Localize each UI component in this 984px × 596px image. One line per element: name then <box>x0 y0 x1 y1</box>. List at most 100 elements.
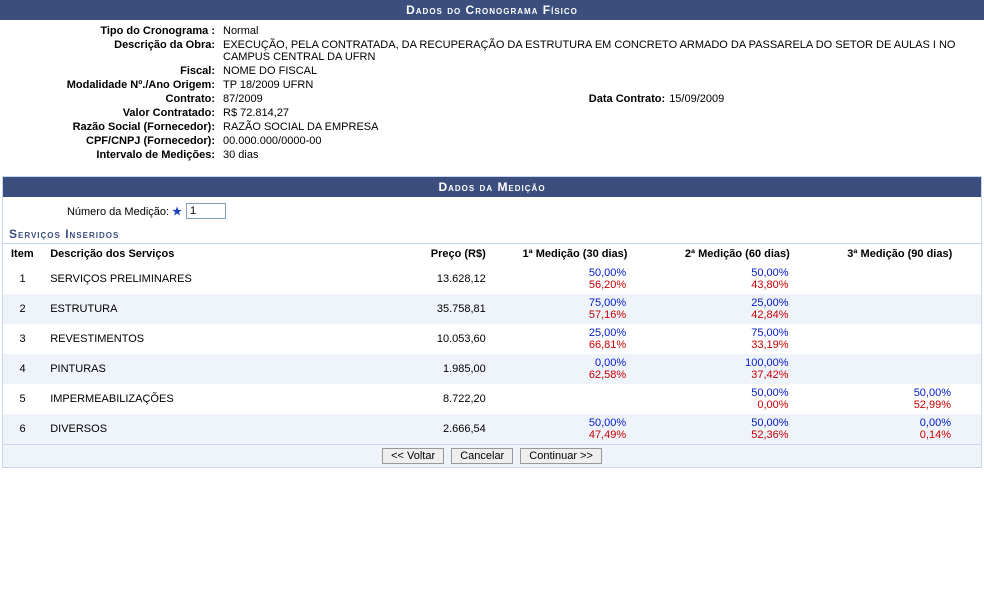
pct-actual: 52,99% <box>827 399 951 411</box>
cell-m2: 75,00%33,19% <box>656 324 818 354</box>
pct-actual: 62,58% <box>502 369 626 381</box>
cell-m2: 25,00%42,84% <box>656 294 818 324</box>
cell-preco: 35.758,81 <box>357 294 494 324</box>
cell-desc: DIVERSOS <box>42 414 357 444</box>
numero-medicao-input[interactable] <box>186 203 226 219</box>
cell-m1: 50,00%56,20% <box>494 264 656 294</box>
form-row-numero: Número da Medição: ★ <box>3 197 981 225</box>
label-descricao: Descrição da Obra: <box>8 39 219 63</box>
cell-m3: 50,00%52,99% <box>819 384 981 414</box>
value-descricao: EXECUÇÃO, PELA CONTRATADA, DA RECUPERAÇÃ… <box>219 39 976 63</box>
value-razao: RAZÃO SOCIAL DA EMPRESA <box>219 121 976 133</box>
pct-actual: 0,00% <box>664 399 788 411</box>
button-bar: << Voltar Cancelar Continuar >> <box>3 444 981 467</box>
value-tipo: Normal <box>219 25 976 37</box>
table-row: 3REVESTIMENTOS10.053,6025,00%66,81%75,00… <box>3 324 981 354</box>
cell-preco: 10.053,60 <box>357 324 494 354</box>
th-m3: 3ª Medição (90 dias) <box>819 244 981 264</box>
value-contrato: 87/2009 <box>219 93 589 105</box>
pct-actual: 0,14% <box>827 429 951 441</box>
th-desc: Descrição dos Serviços <box>42 244 357 264</box>
cell-preco: 13.628,12 <box>357 264 494 294</box>
header-cronograma: Dados do Cronograma Físico <box>0 0 984 20</box>
pct-actual: 47,49% <box>502 429 626 441</box>
cell-item: 3 <box>3 324 42 354</box>
continuar-button[interactable]: Continuar >> <box>520 448 602 464</box>
pct-actual: 33,19% <box>664 339 788 351</box>
cell-m3 <box>819 354 981 384</box>
pct-planned: 100,00% <box>664 357 788 369</box>
section-servicos-title: Serviços Inseridos <box>3 225 981 244</box>
pct-planned: 50,00% <box>827 387 951 399</box>
pct-planned: 0,00% <box>827 417 951 429</box>
table-row: 6DIVERSOS2.666,5450,00%47,49%50,00%52,36… <box>3 414 981 444</box>
label-intervalo: Intervalo de Medições: <box>8 149 219 161</box>
cell-m2: 100,00%37,42% <box>656 354 818 384</box>
cancelar-button[interactable]: Cancelar <box>451 448 513 464</box>
label-contrato: Contrato: <box>8 93 219 105</box>
voltar-button[interactable]: << Voltar <box>382 448 444 464</box>
value-cnpj: 00.000.000/0000-00 <box>219 135 976 147</box>
table-row: 2ESTRUTURA35.758,8175,00%57,16%25,00%42,… <box>3 294 981 324</box>
label-data-contrato: Data Contrato: <box>589 93 669 105</box>
pct-actual: 66,81% <box>502 339 626 351</box>
value-data-contrato: 15/09/2009 <box>669 93 724 105</box>
cell-m3: 0,00%0,14% <box>819 414 981 444</box>
cell-m2: 50,00%52,36% <box>656 414 818 444</box>
cell-preco: 2.666,54 <box>357 414 494 444</box>
info-section: Tipo do Cronograma : Normal Descrição da… <box>0 20 984 170</box>
pct-planned: 75,00% <box>664 327 788 339</box>
cell-m1: 25,00%66,81% <box>494 324 656 354</box>
cell-m1 <box>494 384 656 414</box>
value-fiscal: NOME DO FISCAL <box>219 65 976 77</box>
cell-desc: ESTRUTURA <box>42 294 357 324</box>
pct-actual: 37,42% <box>664 369 788 381</box>
pct-planned: 25,00% <box>664 297 788 309</box>
pct-planned: 50,00% <box>664 417 788 429</box>
cell-desc: PINTURAS <box>42 354 357 384</box>
pct-actual: 57,16% <box>502 309 626 321</box>
label-modalidade: Modalidade Nº./Ano Origem: <box>8 79 219 91</box>
medicao-box: Dados da Medição Número da Medição: ★ Se… <box>2 176 982 468</box>
cell-m1: 0,00%62,58% <box>494 354 656 384</box>
pct-planned: 0,00% <box>502 357 626 369</box>
th-preco: Preço (R$) <box>357 244 494 264</box>
pct-planned: 50,00% <box>502 417 626 429</box>
label-cnpj: CPF/CNPJ (Fornecedor): <box>8 135 219 147</box>
table-row: 1SERVIÇOS PRELIMINARES13.628,1250,00%56,… <box>3 264 981 294</box>
cell-m2: 50,00%43,80% <box>656 264 818 294</box>
cell-m1: 50,00%47,49% <box>494 414 656 444</box>
cell-item: 4 <box>3 354 42 384</box>
th-m1: 1ª Medição (30 dias) <box>494 244 656 264</box>
cell-m1: 75,00%57,16% <box>494 294 656 324</box>
cell-m2: 50,00%0,00% <box>656 384 818 414</box>
table-row: 5IMPERMEABILIZAÇÕES8.722,2050,00%0,00%50… <box>3 384 981 414</box>
cell-item: 2 <box>3 294 42 324</box>
value-modalidade: TP 18/2009 UFRN <box>219 79 976 91</box>
cell-preco: 1.985,00 <box>357 354 494 384</box>
pct-planned: 50,00% <box>502 267 626 279</box>
cell-m3 <box>819 264 981 294</box>
services-table: Item Descrição dos Serviços Preço (R$) 1… <box>3 244 981 444</box>
cell-m3 <box>819 324 981 354</box>
pct-planned: 50,00% <box>664 267 788 279</box>
table-row: 4PINTURAS1.985,000,00%62,58%100,00%37,42… <box>3 354 981 384</box>
value-valor: R$ 72.814,27 <box>219 107 976 119</box>
cell-item: 6 <box>3 414 42 444</box>
value-intervalo: 30 dias <box>219 149 976 161</box>
label-tipo: Tipo do Cronograma : <box>8 25 219 37</box>
required-star-icon: ★ <box>172 206 182 218</box>
header-medicao: Dados da Medição <box>3 177 981 197</box>
th-m2: 2ª Medição (60 dias) <box>656 244 818 264</box>
cell-preco: 8.722,20 <box>357 384 494 414</box>
pct-actual: 42,84% <box>664 309 788 321</box>
pct-planned: 25,00% <box>502 327 626 339</box>
label-numero-medicao: Número da Medição: ★ <box>11 205 186 218</box>
pct-planned: 50,00% <box>664 387 788 399</box>
cell-m3 <box>819 294 981 324</box>
th-item: Item <box>3 244 42 264</box>
cell-desc: IMPERMEABILIZAÇÕES <box>42 384 357 414</box>
pct-actual: 52,36% <box>664 429 788 441</box>
cell-item: 1 <box>3 264 42 294</box>
label-fiscal: Fiscal: <box>8 65 219 77</box>
